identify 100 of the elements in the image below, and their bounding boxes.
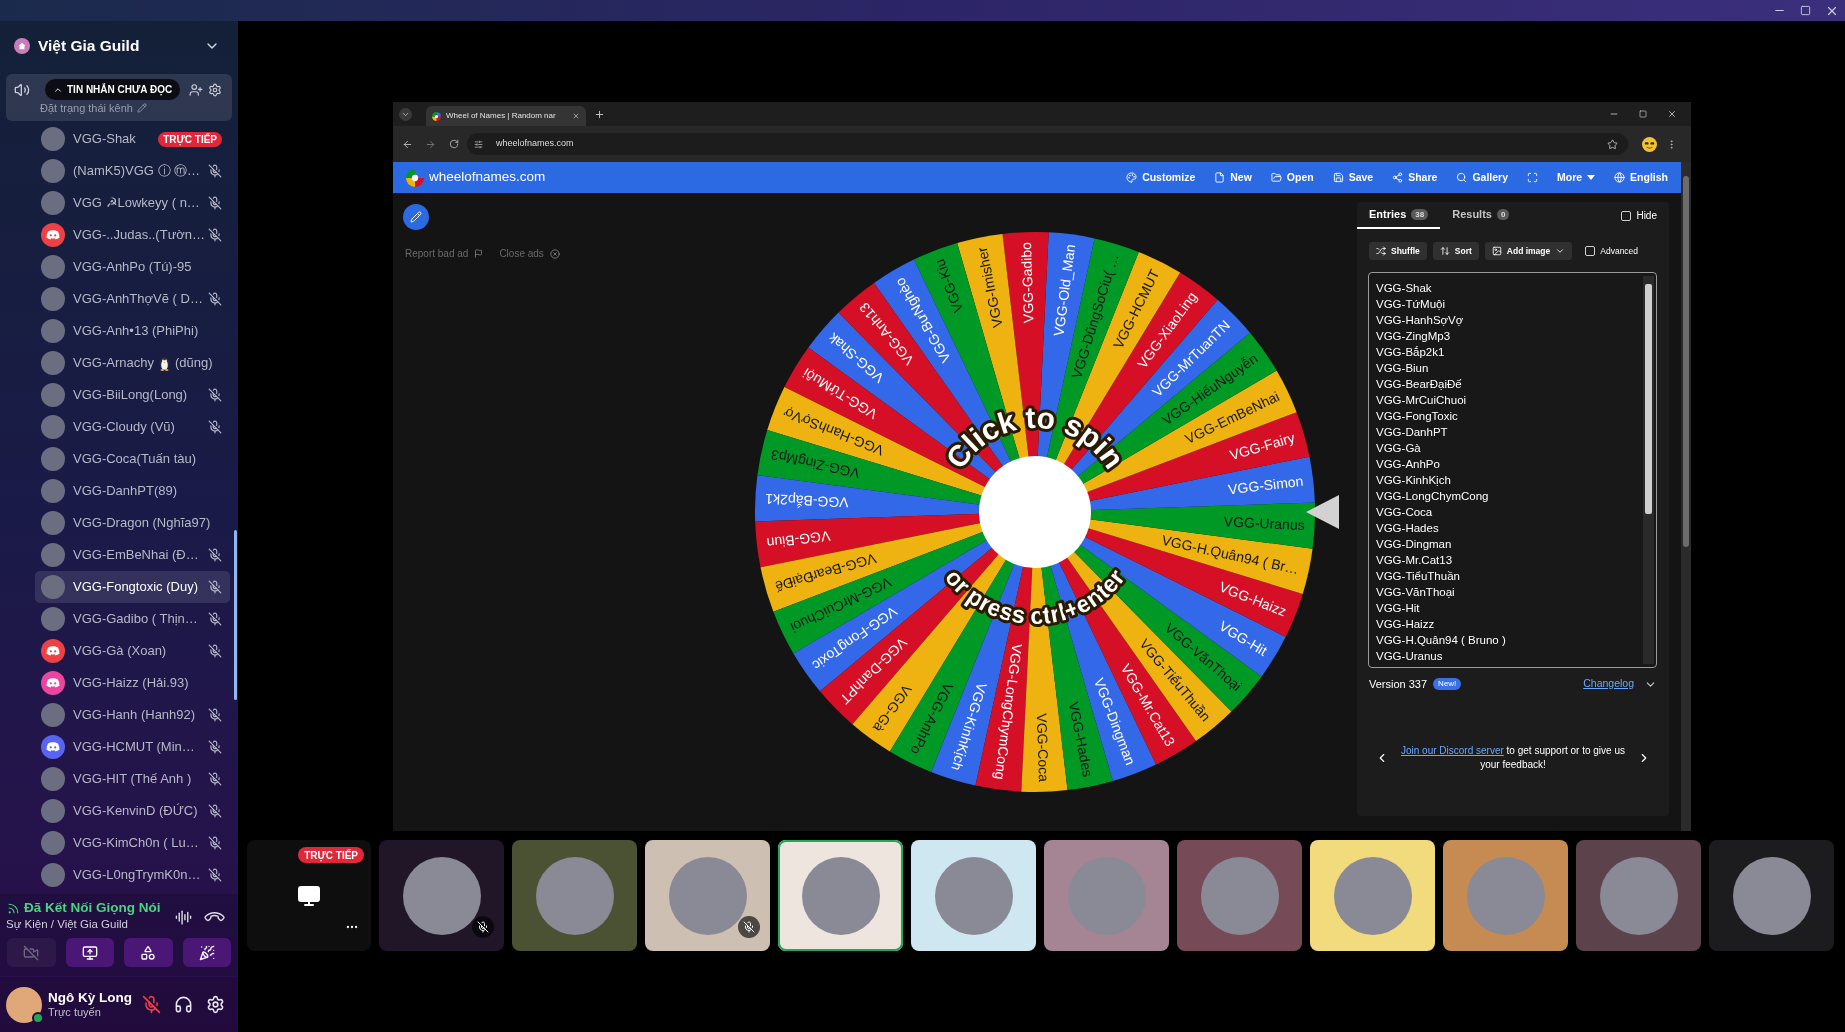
report-ad-link[interactable]: Report bad ad bbox=[405, 246, 484, 261]
server-header[interactable]: Việt Gia Guild bbox=[0, 21, 238, 70]
reload-icon[interactable] bbox=[449, 139, 459, 149]
member-row[interactable]: VGG-L0ngTrymK0n… bbox=[35, 859, 230, 891]
panel-tab[interactable]: Results 0 bbox=[1440, 202, 1522, 229]
star-icon[interactable] bbox=[1607, 138, 1618, 150]
entry-line: VGG-AnhPo bbox=[1376, 457, 1441, 472]
unread-messages-pill[interactable]: TIN NHẮN CHƯA ĐỌC bbox=[45, 79, 181, 100]
participant-tile[interactable] bbox=[1044, 840, 1169, 951]
edit-button[interactable] bbox=[403, 204, 429, 230]
participant-tile[interactable] bbox=[645, 840, 770, 951]
avatar-photo[interactable] bbox=[6, 986, 42, 1023]
address-bar[interactable]: wheelofnames.com bbox=[467, 133, 1628, 155]
share-icon bbox=[1392, 172, 1404, 183]
participant-tile[interactable] bbox=[1709, 840, 1834, 951]
member-row[interactable]: VGG-Shak TRỰC TIẾP bbox=[35, 123, 230, 155]
checkbox-label[interactable]: Advanced bbox=[1600, 244, 1639, 258]
participant-tile[interactable] bbox=[1177, 840, 1302, 951]
participant-tile[interactable] bbox=[512, 840, 637, 951]
member-row[interactable]: VGG-Hanh (Hanh92) bbox=[35, 699, 230, 731]
tab-list-button[interactable] bbox=[399, 107, 412, 121]
participant-tile[interactable] bbox=[1443, 840, 1568, 951]
share-button[interactable]: Share bbox=[1392, 169, 1438, 186]
settings-icon[interactable] bbox=[208, 82, 222, 97]
back-icon[interactable] bbox=[402, 138, 413, 150]
member-row[interactable]: VGG-Anh•13 (PhiPhi) bbox=[35, 315, 230, 347]
member-row[interactable]: VGG-DanhPT(89) bbox=[35, 475, 230, 507]
maximize-icon[interactable] bbox=[1800, 5, 1811, 16]
member-row[interactable]: VGG-HIT (Thế Anh ) bbox=[35, 763, 230, 795]
wheel-label: VGG-Gadibo bbox=[1017, 241, 1037, 324]
checkbox[interactable] bbox=[1621, 210, 1632, 221]
channel-status-hint[interactable]: Đặt trạng thái kênh bbox=[40, 99, 147, 117]
voice-location[interactable]: Sự Kiện / Việt Gia Guild bbox=[6, 917, 161, 931]
browser-tab[interactable]: Wheel of Names | Random nar bbox=[426, 106, 586, 126]
member-row[interactable]: VGG-Fongtoxic (Duy) bbox=[35, 571, 230, 603]
member-row[interactable]: VGG-Haizz (Hải.93) bbox=[35, 667, 230, 699]
sort-button[interactable]: Sort bbox=[1432, 242, 1479, 260]
close-icon[interactable] bbox=[572, 112, 580, 120]
party-popper-icon bbox=[198, 944, 215, 961]
close-icon[interactable] bbox=[1667, 109, 1677, 119]
member-row[interactable]: VGG-KimCh0n ( Lu… bbox=[35, 827, 230, 859]
new-button[interactable]: New bbox=[1214, 169, 1252, 186]
member-row[interactable]: VGG-AnhThợVẽ ( D… bbox=[35, 283, 230, 315]
soundboard-button[interactable] bbox=[182, 938, 231, 967]
more-button[interactable]: More bbox=[1557, 169, 1596, 186]
member-row[interactable]: VGG-..Judas..(Tườn… bbox=[35, 219, 230, 251]
customize-button[interactable]: Customize bbox=[1126, 169, 1196, 186]
scrollbar-thumb[interactable] bbox=[1683, 176, 1689, 547]
member-row[interactable]: VGG-Gadibo ( Thịn… bbox=[35, 603, 230, 635]
wheel-label: VGG-Bắp2k1 bbox=[764, 490, 849, 511]
member-row[interactable]: VGG-Gà (Xoan) bbox=[35, 635, 230, 667]
scrollbar-thumb[interactable] bbox=[234, 530, 237, 700]
member-row[interactable]: VGG ☭Lowkeyy ( n… bbox=[35, 187, 230, 219]
entry-line: VGG-ZingMp3 bbox=[1376, 329, 1452, 344]
gallery-button[interactable]: Gallery bbox=[1456, 169, 1508, 186]
headphones-icon[interactable] bbox=[174, 995, 193, 1014]
entries-textarea[interactable] bbox=[1368, 272, 1657, 668]
checkbox[interactable] bbox=[1585, 246, 1596, 256]
site-brand[interactable]: wheelofnames.com bbox=[429, 167, 546, 188]
language-button[interactable]: English bbox=[1614, 169, 1668, 186]
settings-icon[interactable] bbox=[206, 995, 225, 1014]
participant-tile[interactable] bbox=[379, 840, 504, 951]
add-image-button[interactable]: Add image bbox=[1484, 242, 1573, 260]
activities-button[interactable] bbox=[124, 938, 173, 967]
participant-tile[interactable] bbox=[1576, 840, 1701, 951]
avatar-photo bbox=[41, 543, 65, 567]
profile-avatar-icon[interactable] bbox=[1642, 136, 1657, 152]
member-row[interactable]: VGG-AnhPo (Tú)-95 bbox=[35, 251, 230, 283]
member-row[interactable]: VGG-Coca(Tuấn tàu) bbox=[35, 443, 230, 475]
forward-icon[interactable] bbox=[425, 138, 436, 150]
member-row[interactable]: (NamK5)VGG ⓘ ⓜ… bbox=[35, 155, 230, 187]
discord-link[interactable]: Join our Discord server bbox=[1401, 745, 1504, 756]
member-row[interactable]: VGG-EmBeNhai (Đ… bbox=[35, 539, 230, 571]
invite-icon[interactable] bbox=[189, 82, 203, 97]
save-button[interactable]: Save bbox=[1332, 169, 1374, 186]
shuffle-button[interactable]: Shuffle bbox=[1369, 242, 1427, 260]
member-row[interactable]: VGG-HCMUT (Min… bbox=[35, 731, 230, 763]
mic-muted-icon[interactable] bbox=[142, 995, 161, 1014]
close-ads-link[interactable]: Close ads bbox=[499, 246, 560, 261]
member-row[interactable]: VGG-Arnachy (dũng) bbox=[35, 347, 230, 379]
panel-tab[interactable]: Entries 38 bbox=[1357, 202, 1441, 229]
scrollbar-thumb[interactable] bbox=[1645, 284, 1652, 514]
sound-wave-icon[interactable] bbox=[175, 909, 192, 926]
voice-channel-row[interactable]: TIN NHẮN CHƯA ĐỌC Đặt trạng thái kênh bbox=[6, 74, 232, 121]
checkbox-label[interactable]: Hide bbox=[1636, 208, 1657, 223]
changelog-link[interactable]: Changelog bbox=[1583, 676, 1634, 692]
member-row[interactable]: VGG-KenvinD (ĐỨC) bbox=[35, 795, 230, 827]
participant-tile[interactable] bbox=[778, 840, 903, 951]
member-row[interactable]: VGG-Dragon (Nghĩa97) bbox=[35, 507, 230, 539]
stream-tile[interactable]: TRỰC TIẾP bbox=[247, 840, 371, 951]
participant-tile[interactable] bbox=[911, 840, 1036, 951]
member-row[interactable]: VGG-Cloudy (Vũ) bbox=[35, 411, 230, 443]
fullscreen-icon[interactable] bbox=[1527, 172, 1538, 183]
maximize-icon[interactable] bbox=[1639, 110, 1647, 118]
screen-share-button[interactable] bbox=[65, 938, 114, 967]
site-info-icon bbox=[474, 139, 483, 149]
new-tab-icon[interactable] bbox=[594, 108, 605, 120]
member-row[interactable]: VGG-BiiLong(Long) bbox=[35, 379, 230, 411]
open-button[interactable]: Open bbox=[1270, 169, 1314, 186]
participant-tile[interactable] bbox=[1310, 840, 1435, 951]
